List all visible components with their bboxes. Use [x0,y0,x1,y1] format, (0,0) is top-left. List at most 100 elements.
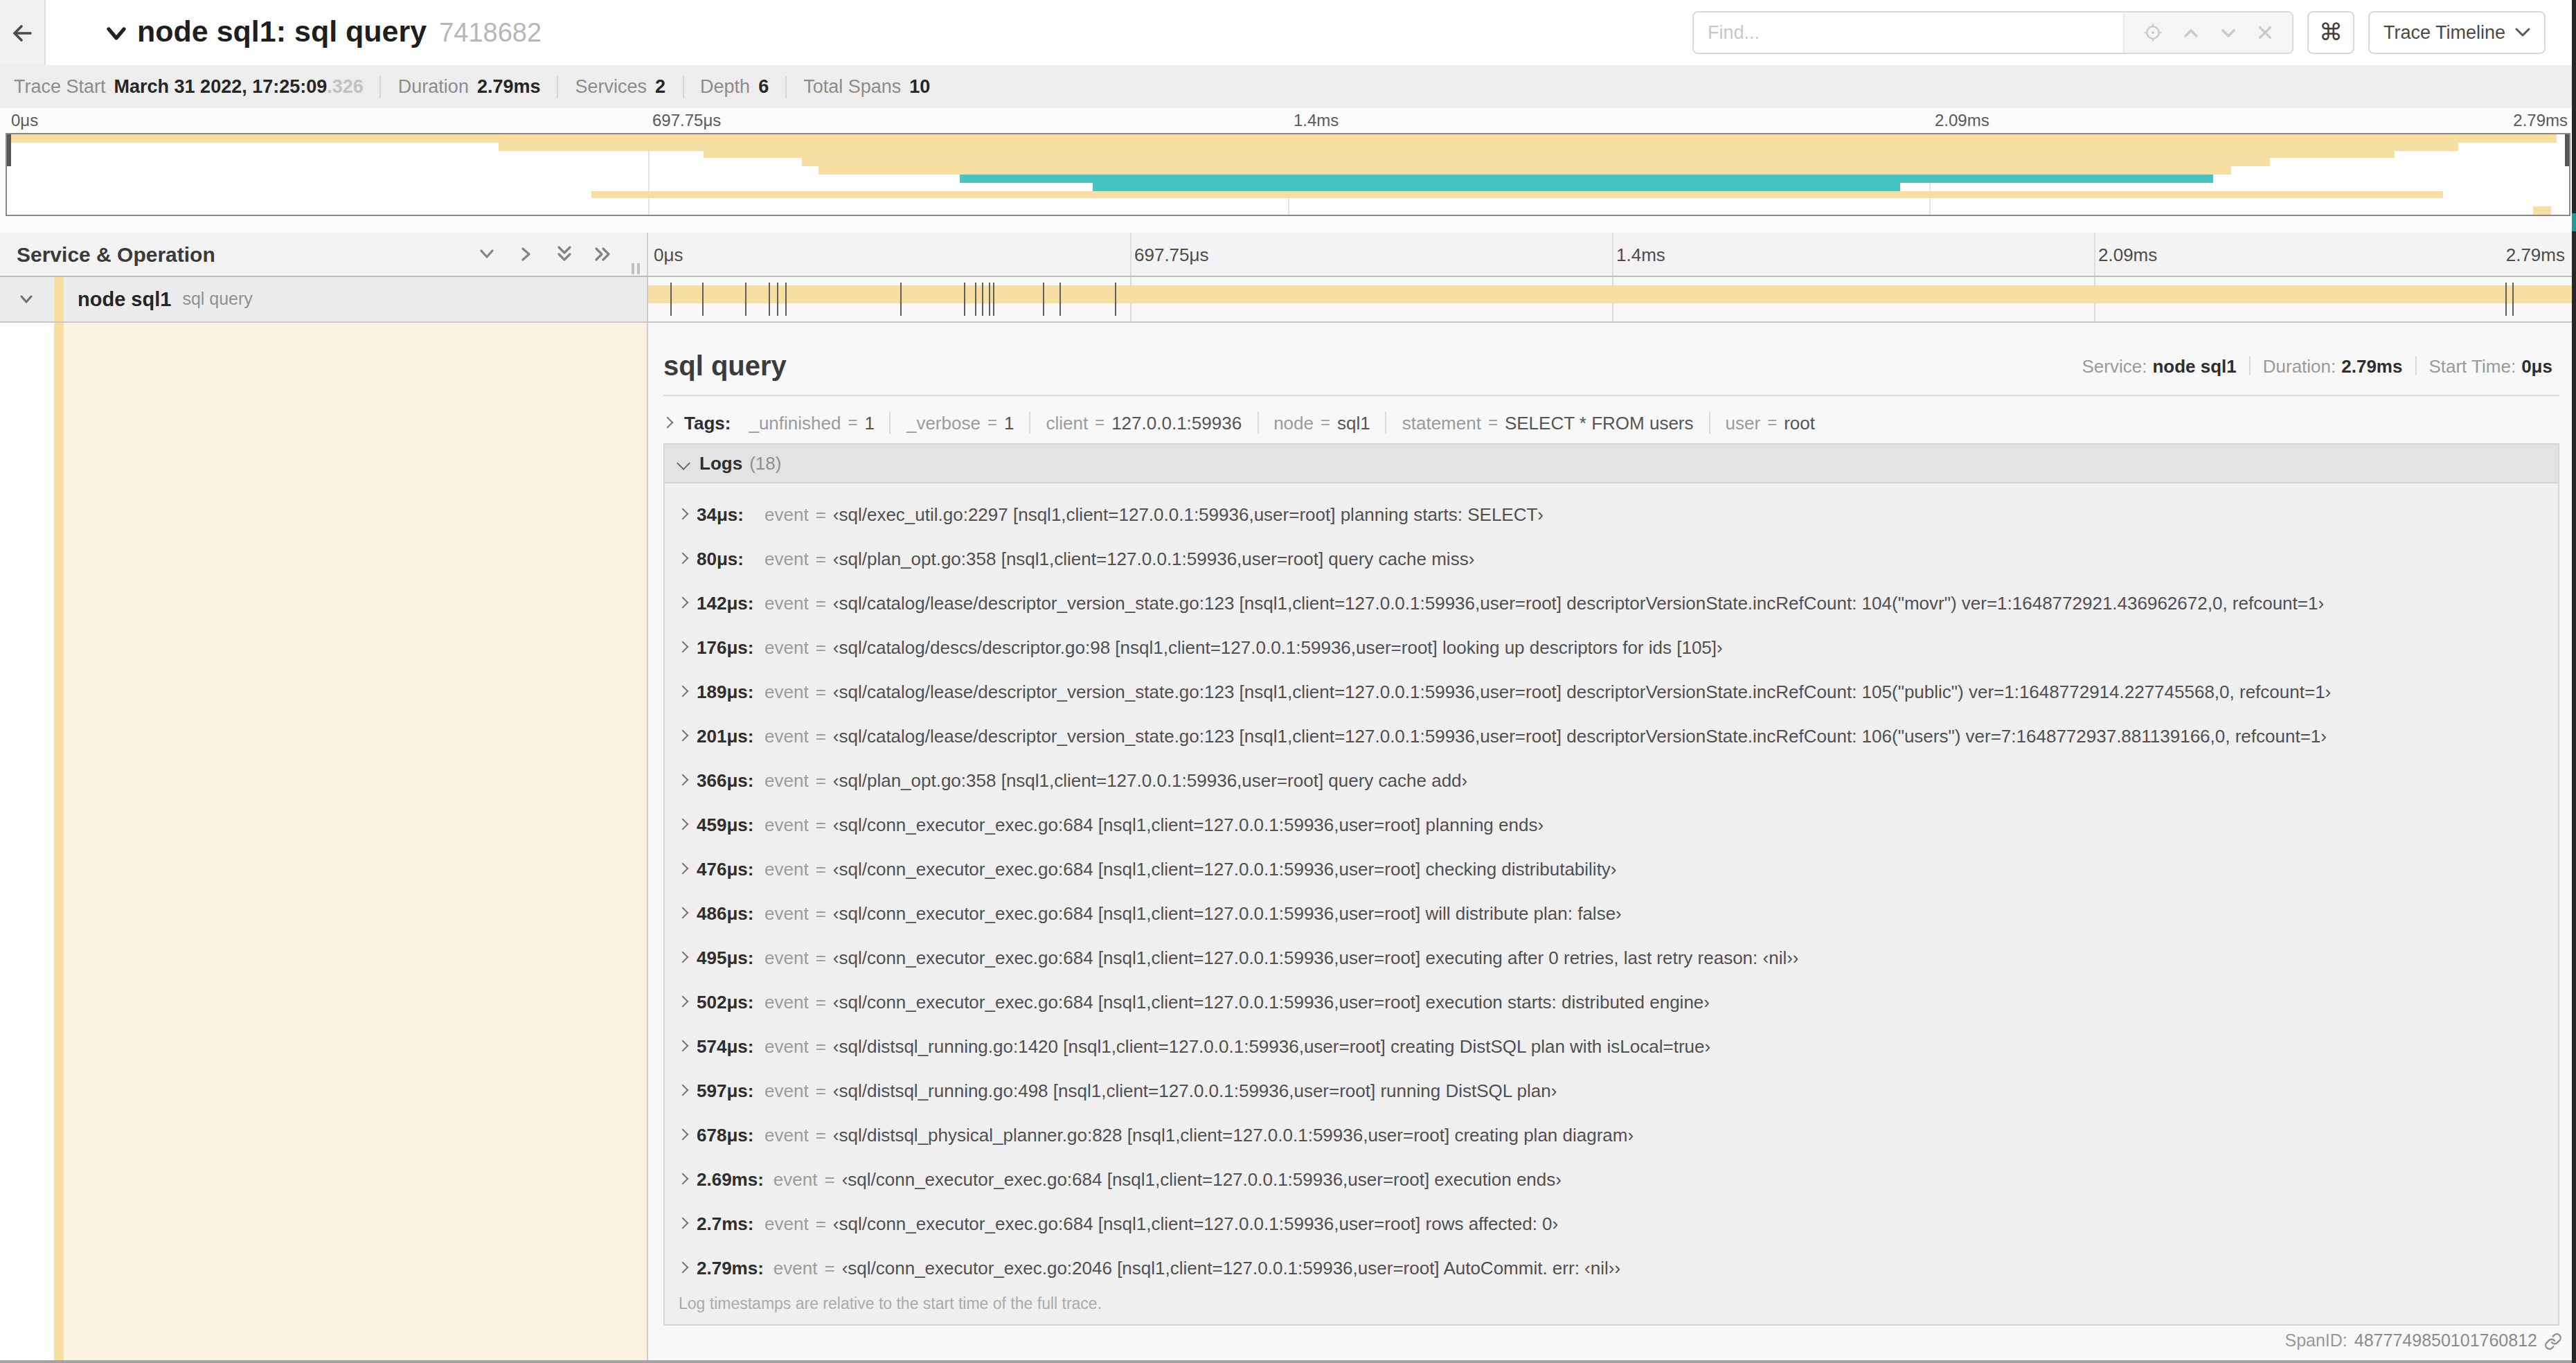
ruler-tick-label: 0μs [654,244,683,265]
log-marker-tick [769,283,770,316]
log-entry-row[interactable]: 597μs:event=‹sql/distsql_running.go:498 … [665,1068,2558,1112]
span-detail-header: sql query Service:node sql1Duration:2.79… [663,345,2565,386]
panel-resize-handle[interactable] [632,263,640,274]
find-suffix [2123,12,2292,53]
link-icon[interactable] [2544,1332,2562,1350]
tag-separator [1029,411,1030,434]
log-marker-tick [745,283,746,316]
overview-label: Duration: [2263,355,2336,376]
chevron-right-icon [677,1040,689,1052]
log-entry-row[interactable]: 574μs:event=‹sql/distsql_running.go:1420… [665,1024,2558,1068]
minimap-left-handle[interactable] [7,134,11,166]
log-entry-row[interactable]: 476μs:event=‹sql/conn_executor_exec.go:6… [665,846,2558,891]
tag-item: node=sql1 [1273,412,1370,433]
keyboard-shortcuts-button[interactable]: ⌘ [2307,11,2354,54]
trace-info-item: Trace StartMarch 31 2022, 17:25:09.326 [14,76,364,97]
equals-sign: = [816,681,826,702]
log-field-value: ‹sql/plan_opt.go:358 [nsql1,client=127.0… [833,769,1467,790]
trace-info-item: Services2 [575,76,666,97]
locate-icon[interactable] [2143,22,2163,43]
span-row[interactable]: node sql1 sql query [0,277,2576,321]
tag-separator [890,411,891,434]
log-entry-row[interactable]: 678μs:event=‹sql/distsql_physical_planne… [665,1112,2558,1157]
equals-sign: = [816,902,826,923]
log-entry-row[interactable]: 366μs:event=‹sql/plan_opt.go:358 [nsql1,… [665,758,2558,802]
log-marker-tick [983,283,984,316]
timeline-ruler: 0μs697.75μs1.4ms2.09ms2.79ms [648,233,2576,276]
log-entry-row[interactable]: 502μs:event=‹sql/conn_executor_exec.go:6… [665,979,2558,1024]
log-marker-tick [964,283,965,316]
log-field-key: event [764,991,809,1012]
equals-sign: = [816,548,826,569]
minimap-canvas[interactable] [6,133,2570,216]
log-entry-row[interactable]: 486μs:event=‹sql/conn_executor_exec.go:6… [665,891,2558,935]
equals-sign: = [816,769,826,790]
next-result-icon[interactable] [2219,23,2238,42]
expand-one-icon[interactable] [515,244,536,265]
collapse-trace-chevron-icon[interactable] [104,20,129,45]
log-entry-row[interactable]: 189μs:event=‹sql/catalog/lease/descripto… [665,669,2558,713]
log-field-value: ‹sql/catalog/lease/descriptor_version_st… [833,681,2331,702]
tags-row[interactable]: Tags:_unfinished=1_verbose=1client=127.0… [663,407,2565,438]
span-detail-title: sql query [663,350,787,382]
equals-sign: = [816,1124,826,1145]
tag-separator [1709,411,1710,434]
log-field-value: ‹sql/catalog/lease/descriptor_version_st… [833,592,2324,613]
collapse-one-icon[interactable] [476,244,497,265]
back-button[interactable] [0,0,46,65]
log-timestamp: 486μs: [697,902,755,923]
expand-all-icon[interactable] [593,244,614,265]
tag-key: user [1726,412,1761,433]
tag-key: _verbose [906,412,981,433]
log-field-key: event [764,858,809,879]
minimap-right-handle[interactable] [2565,134,2569,166]
trace-title: node sql1: sql query [137,15,427,50]
log-entry-row[interactable]: 142μs:event=‹sql/catalog/lease/descripto… [665,580,2558,625]
find-group [1692,11,2293,54]
equals-sign: = [816,991,826,1012]
log-marker-tick [778,283,779,316]
log-entry-row[interactable]: 2.79ms:event=‹sql/conn_executor_exec.go:… [665,1245,2558,1290]
log-entry-row[interactable]: 80μs:event=‹sql/plan_opt.go:358 [nsql1,c… [665,536,2558,580]
span-row-name-column[interactable]: node sql1 sql query [0,277,648,321]
minimap-span-bar [591,190,2444,199]
chevron-right-icon [677,996,689,1008]
log-field-value: ‹sql/conn_executor_exec.go:684 [nsql1,cl… [833,858,1617,879]
span-duration-bar[interactable] [648,285,2573,303]
chevron-right-icon [677,907,689,919]
log-field-value: ‹sql/conn_executor_exec.go:684 [nsql1,cl… [842,1168,1562,1189]
clear-search-icon[interactable] [2256,24,2274,42]
log-field-key: event [764,636,809,657]
log-entry-row[interactable]: 2.7ms:event=‹sql/conn_executor_exec.go:6… [665,1201,2558,1245]
prev-result-icon[interactable] [2181,23,2201,42]
logs-footer-note: Log timestamps are relative to the start… [665,1290,2558,1324]
minimap-ruler-label: 0μs [11,111,38,130]
tag-value: root [1784,412,1815,433]
log-entry-row[interactable]: 201μs:event=‹sql/catalog/lease/descripto… [665,713,2558,758]
timeline-header-row: Service & Operation 0μs697.75μs1.4ms2.09… [0,233,2576,277]
logs-header[interactable]: Logs (18) [665,445,2558,483]
log-entry-row[interactable]: 34μs:event=‹sql/exec_util.go:2297 [nsql1… [665,492,2558,536]
collapse-all-icon[interactable] [554,244,575,265]
log-field-key: event [764,1213,809,1233]
span-collapse-chevron-icon[interactable] [18,291,35,308]
log-entry-row[interactable]: 495μs:event=‹sql/conn_executor_exec.go:6… [665,935,2558,979]
info-label: Duration [398,76,469,97]
log-field-value: ‹sql/distsql_running.go:498 [nsql1,clien… [833,1080,1557,1101]
log-field-value: ‹sql/conn_executor_exec.go:684 [nsql1,cl… [833,814,1544,835]
log-entry-row[interactable]: 459μs:event=‹sql/conn_executor_exec.go:6… [665,802,2558,846]
log-timestamp: 678μs: [697,1124,755,1145]
log-timestamp: 476μs: [697,858,755,879]
find-input[interactable] [1694,12,2123,53]
chevron-right-icon [677,553,689,564]
log-entry-row[interactable]: 176μs:event=‹sql/catalog/descs/descripto… [665,625,2558,669]
log-timestamp: 142μs: [697,592,755,613]
log-entry-row[interactable]: 2.69ms:event=‹sql/conn_executor_exec.go:… [665,1157,2558,1201]
view-selector-button[interactable]: Trace Timeline [2368,11,2546,54]
tag-item: client=127.0.0.1:59936 [1046,412,1242,433]
tag-key: statement [1402,412,1481,433]
equals-sign: = [824,1168,834,1189]
chevron-down-icon [677,456,690,470]
span-row-timeline[interactable] [648,277,2576,321]
trace-minimap: 0μs697.75μs1.4ms2.09ms2.79ms [0,108,2576,233]
